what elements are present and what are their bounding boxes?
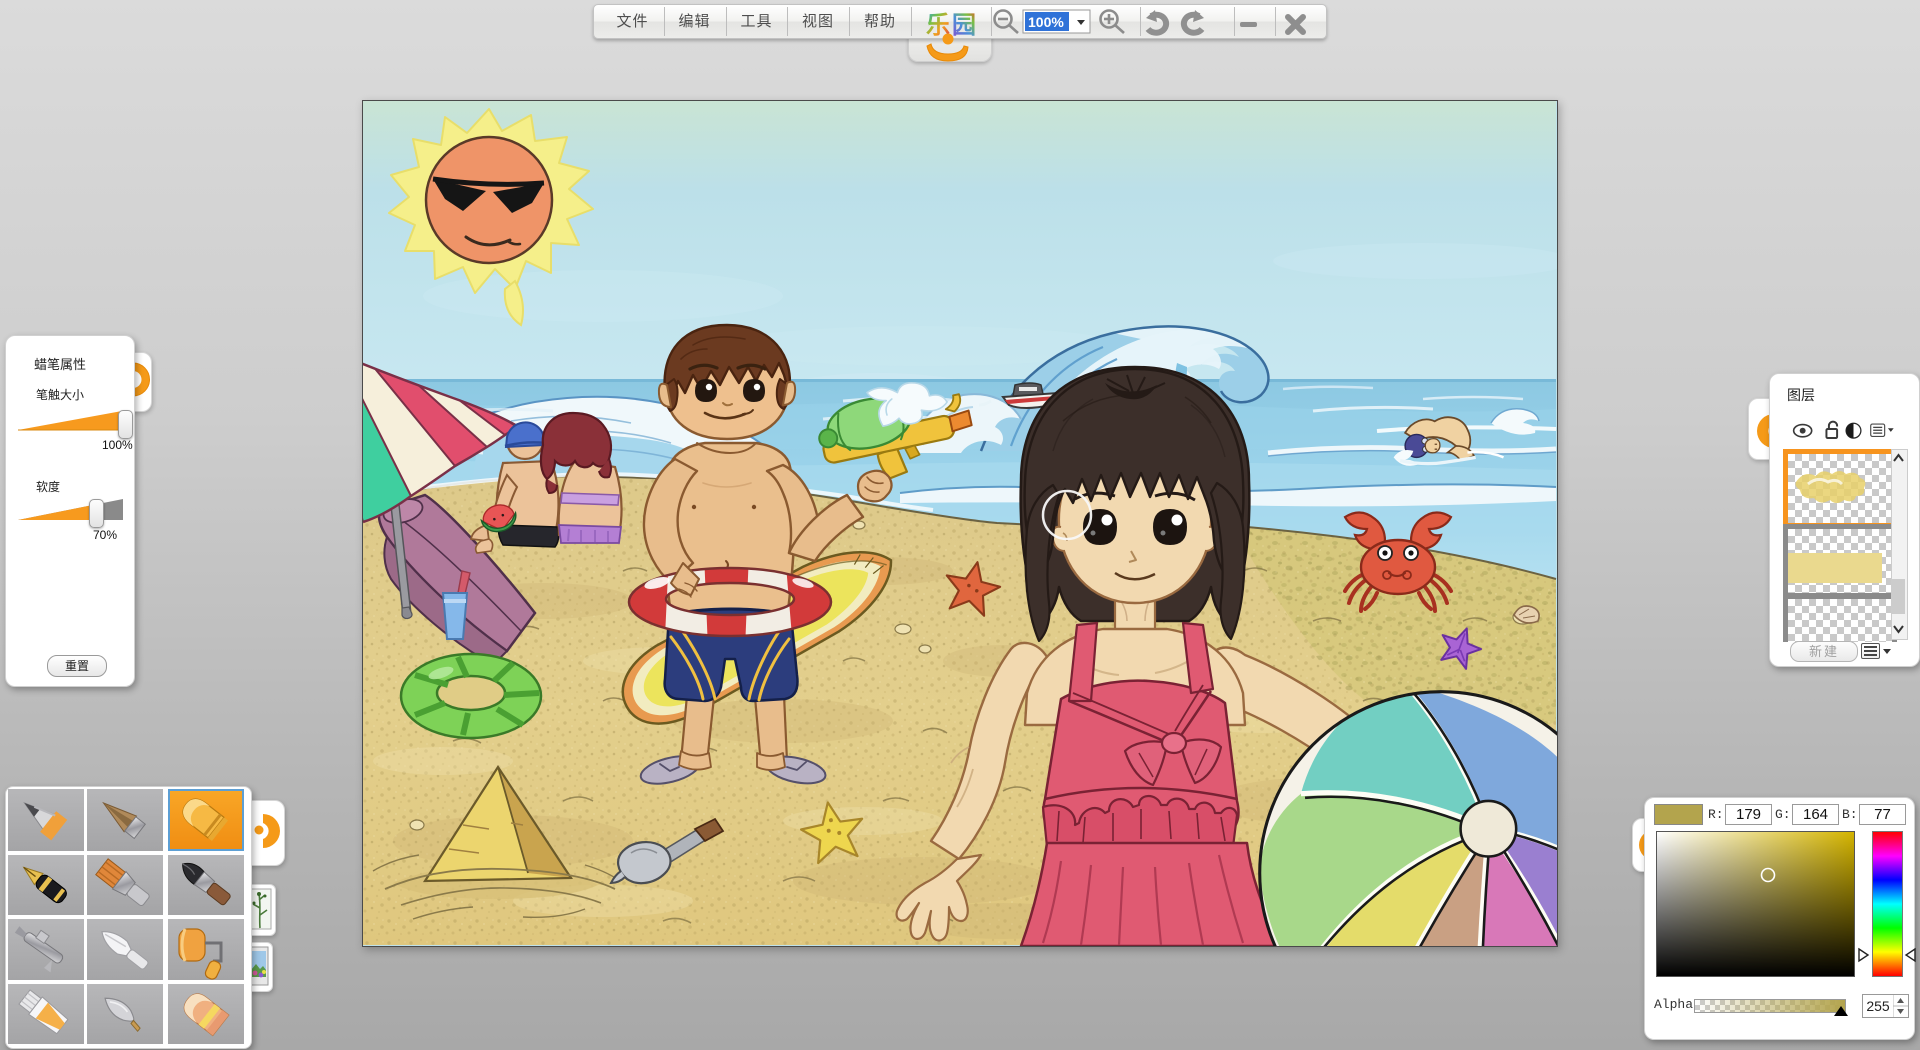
svg-text:100%: 100% [1028,14,1064,30]
svg-text:园: 园 [952,12,976,39]
